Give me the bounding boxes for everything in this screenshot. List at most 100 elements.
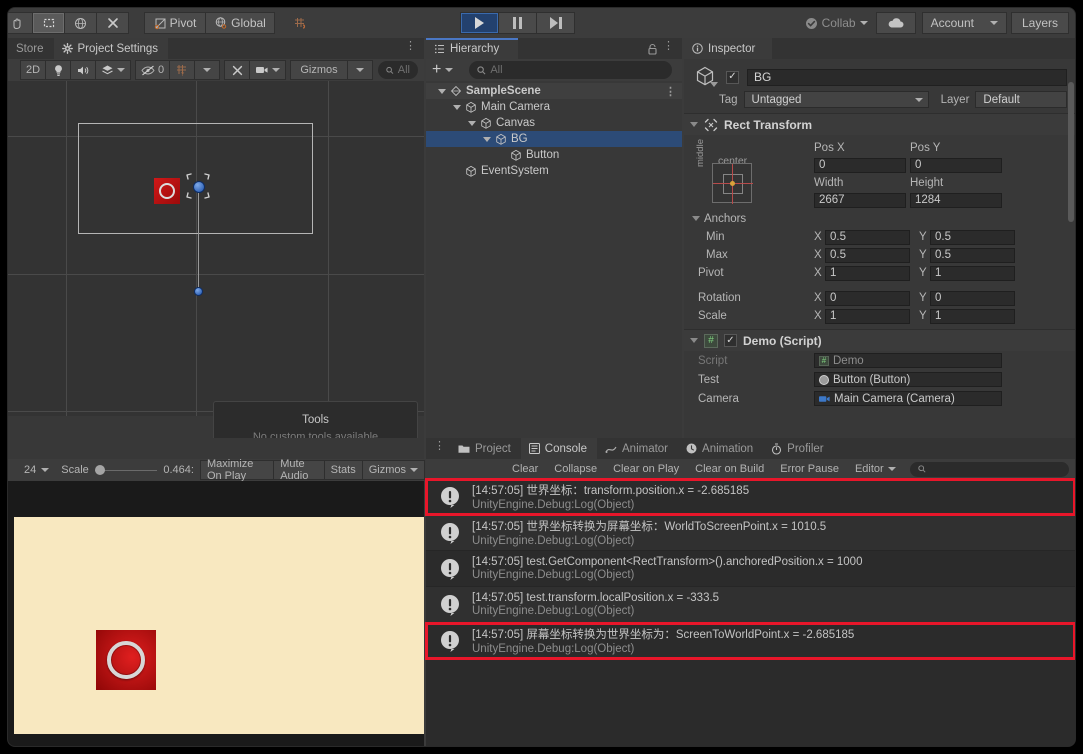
console-clear-on-play-button[interactable]: Clear on Play <box>605 460 687 478</box>
rect-transform-header[interactable]: Rect Transform <box>684 113 1075 135</box>
console-collapse-button[interactable]: Collapse <box>546 460 605 478</box>
game-scale-slider[interactable] <box>94 464 158 476</box>
rect-tool-button[interactable] <box>32 12 65 34</box>
chevron-down-icon[interactable] <box>690 338 698 343</box>
console-log-entry[interactable]: [14:57:05] 世界坐标转换为屏幕坐标：WorldToScreenPoin… <box>426 515 1075 551</box>
hierarchy-tree[interactable]: SampleScene ⋮ Main Camera Canvas BG Button Eve… <box>426 81 682 438</box>
console-clear-on-build-button[interactable]: Clear on Build <box>687 460 772 478</box>
inspector-scrollbar-thumb[interactable] <box>1068 82 1074 222</box>
console-search-input[interactable] <box>909 461 1069 477</box>
scene-fx-dropdown[interactable] <box>95 60 131 80</box>
console-log-entry[interactable]: [14:57:05] 屏幕坐标转换为世界坐标为：ScreenToWorldPoi… <box>425 622 1075 660</box>
tab-project-settings[interactable]: Project Settings <box>53 38 169 59</box>
anchors-max-x-input[interactable]: 0.5 <box>825 247 910 263</box>
tab-inspector[interactable]: Inspector <box>684 38 772 59</box>
scene-component-tools[interactable] <box>224 60 251 80</box>
tag-dropdown[interactable]: Untagged <box>743 91 929 108</box>
test-object-field[interactable]: Button (Button) <box>814 372 1002 387</box>
gizmo-end-handle[interactable] <box>194 287 203 296</box>
hierarchy-item-main-camera[interactable]: Main Camera <box>426 99 682 115</box>
console-log-entry[interactable]: [14:57:05] test.transform.localPosition.… <box>426 587 1075 623</box>
game-viewport[interactable] <box>8 481 424 746</box>
scene-hidden-objects[interactable]: 0 <box>134 60 171 80</box>
global-toggle[interactable]: Global <box>205 12 275 34</box>
gizmo-center-handle[interactable] <box>193 181 205 193</box>
anchors-max-y-input[interactable]: 0.5 <box>930 247 1015 263</box>
hierarchy-kebab-menu-icon[interactable]: ⋮ <box>663 41 674 52</box>
chevron-down-icon[interactable] <box>710 82 718 87</box>
pause-button[interactable] <box>498 12 537 34</box>
hierarchy-item-button[interactable]: Button <box>426 147 682 163</box>
scene-grid-dropdown[interactable]: Y <box>169 60 196 80</box>
demo-script-enabled-checkbox[interactable] <box>724 334 737 347</box>
tab-console[interactable]: Console <box>520 438 597 459</box>
scale-x-input[interactable]: 1 <box>825 308 910 324</box>
anchor-preset-widget[interactable]: center middle <box>695 139 754 209</box>
anchor-preset-box[interactable] <box>712 163 753 204</box>
tab-animator[interactable]: Animator <box>597 438 679 459</box>
height-input[interactable]: 1284 <box>910 192 1002 208</box>
object-name-input[interactable]: BG <box>747 68 1067 86</box>
width-input[interactable]: 2667 <box>814 192 906 208</box>
console-log-list[interactable]: [14:57:05] 世界坐标：transform.position.x = -… <box>425 478 1075 746</box>
play-button[interactable] <box>460 12 499 34</box>
scale-y-input[interactable]: 1 <box>930 308 1015 324</box>
scene-gizmos-button[interactable]: Gizmos <box>290 60 349 80</box>
scene-kebab-menu-icon[interactable]: ⋮ <box>405 41 416 52</box>
hierarchy-item-canvas[interactable]: Canvas <box>426 115 682 131</box>
console-editor-dropdown[interactable]: Editor <box>847 460 904 478</box>
hierarchy-lock-icon[interactable] <box>647 42 658 60</box>
expand-arrow-icon[interactable] <box>453 104 461 110</box>
game-resolution-dropdown[interactable]: 24 <box>18 464 55 476</box>
expand-arrow-icon[interactable] <box>483 136 491 142</box>
scene-button-object[interactable] <box>154 178 180 204</box>
object-enabled-checkbox[interactable] <box>726 70 739 84</box>
cloud-button[interactable] <box>875 12 916 34</box>
game-gizmos-button[interactable]: Gizmos <box>361 460 426 480</box>
posx-input[interactable]: 0 <box>814 157 906 173</box>
anchors-min-x-input[interactable]: 0.5 <box>825 229 910 245</box>
scene-viewport[interactable] <box>8 81 424 416</box>
custom-tool-button[interactable] <box>96 12 129 34</box>
rotation-y-input[interactable]: 0 <box>930 290 1015 306</box>
step-button[interactable] <box>536 12 575 34</box>
console-error-pause-button[interactable]: Error Pause <box>772 460 847 478</box>
tab-store[interactable]: Store <box>8 38 54 59</box>
expand-arrow-icon[interactable] <box>438 88 446 94</box>
chevron-down-icon[interactable] <box>445 68 454 72</box>
pivot-toggle[interactable]: Pivot <box>144 12 206 34</box>
scene-2d-toggle[interactable]: 2D <box>20 60 47 80</box>
game-red-button[interactable] <box>96 630 156 690</box>
anchors-chevron-icon[interactable] <box>692 216 700 221</box>
collab-button[interactable]: Collab <box>797 12 876 34</box>
camera-object-field[interactable]: Main Camera (Camera) <box>814 391 1002 406</box>
hierarchy-item-eventsystem[interactable]: EventSystem <box>426 163 682 179</box>
account-dropdown[interactable]: Account <box>921 12 1007 34</box>
pivot-x-input[interactable]: 1 <box>825 265 910 281</box>
mute-audio-button[interactable]: Mute Audio <box>273 458 325 482</box>
console-kebab-menu-icon[interactable]: ⋮ <box>434 441 445 452</box>
hierarchy-row-kebab-icon[interactable]: ⋮ <box>665 85 677 98</box>
tab-project[interactable]: Project <box>450 438 521 459</box>
tab-hierarchy[interactable]: Hierarchy <box>426 38 518 59</box>
scene-grid-caret[interactable] <box>194 60 221 80</box>
scene-audio-toggle[interactable] <box>70 60 97 80</box>
stats-button[interactable]: Stats <box>323 460 363 480</box>
tab-animation[interactable]: Animation <box>678 438 764 459</box>
game-render-surface[interactable] <box>14 517 424 734</box>
pivot-y-input[interactable]: 1 <box>930 265 1015 281</box>
console-log-entry[interactable]: [14:57:05] 世界坐标：transform.position.x = -… <box>425 478 1075 516</box>
hand-tool-button[interactable] <box>8 12 33 34</box>
console-clear-button[interactable]: Clear <box>504 460 546 478</box>
anchors-min-y-input[interactable]: 0.5 <box>930 229 1015 245</box>
scene-gizmos-caret[interactable] <box>347 60 374 80</box>
inspector-scrollbar[interactable] <box>1068 82 1074 382</box>
rotate-tool-button[interactable] <box>64 12 97 34</box>
maximize-on-play-button[interactable]: Maximize On Play <box>199 458 275 482</box>
demo-script-header[interactable]: # Demo (Script) <box>684 329 1075 351</box>
rotation-x-input[interactable]: 0 <box>825 290 910 306</box>
hierarchy-item-samplescene[interactable]: SampleScene ⋮ <box>426 83 682 99</box>
chevron-down-icon[interactable] <box>690 122 698 127</box>
slider-knob[interactable] <box>94 465 105 475</box>
scene-lighting-toggle[interactable] <box>45 60 72 80</box>
